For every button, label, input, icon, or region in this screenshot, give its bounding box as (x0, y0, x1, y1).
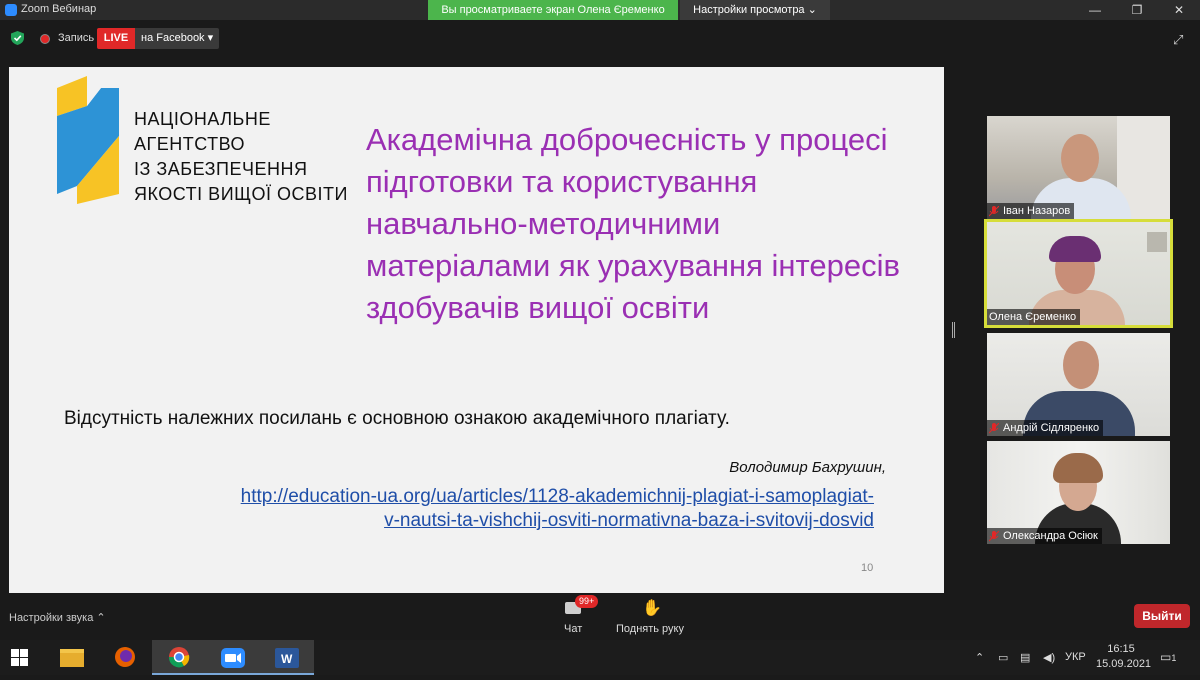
participant-video[interactable]: Олександра Осіюк (987, 441, 1170, 544)
close-icon[interactable]: ✕ (1158, 0, 1200, 20)
recording-icon[interactable] (40, 34, 50, 44)
participant-video[interactable]: Андрій Сідляренко (987, 333, 1170, 436)
taskbar-clock[interactable]: 16:15 15.09.2021 (1096, 642, 1152, 672)
participant-video-active-speaker[interactable]: Олена Єременко (987, 222, 1170, 325)
chrome-taskbar-item[interactable] (152, 640, 206, 675)
chrome-icon (168, 647, 190, 668)
recording-label[interactable]: Запись (58, 32, 94, 44)
source-link[interactable]: http://education-ua.org/ua/articles/1128… (64, 485, 874, 533)
agency-name: НАЦІОНАЛЬНЕ АГЕНТСТВО ІЗ ЗАБЕЗПЕЧЕННЯ ЯК… (134, 107, 348, 207)
firefox-icon[interactable] (98, 640, 152, 675)
chat-button-label[interactable]: Чат (564, 623, 582, 635)
raise-hand-icon[interactable]: ✋ (642, 598, 662, 618)
network-icon[interactable]: ▤ (1020, 651, 1030, 664)
volume-icon[interactable]: ◀) (1043, 651, 1055, 664)
muted-mic-icon (989, 422, 999, 433)
source-link-line[interactable]: http://education-ua.org/ua/articles/1128… (64, 485, 874, 509)
slide-page-number: 10 (861, 562, 874, 574)
monitor-icon[interactable]: ▭ (998, 651, 1008, 664)
notifications-icon[interactable]: ▭1 (1160, 650, 1176, 664)
zoom-taskbar-item[interactable] (206, 640, 260, 675)
restore-icon[interactable]: ❐ (1116, 0, 1158, 20)
participant-name: Олександра Осіюк (1003, 530, 1098, 542)
participant-name: Олена Єременко (989, 311, 1077, 323)
muted-mic-icon (989, 205, 999, 216)
agency-line: АГЕНТСТВО (134, 134, 246, 154)
clock-date: 15.09.2021 (1096, 658, 1152, 670)
agency-line: НАЦІОНАЛЬНЕ (134, 109, 271, 129)
view-options-dropdown[interactable]: Настройки просмотра ⌄ (680, 0, 830, 20)
word-icon: W (275, 648, 299, 668)
muted-mic-icon (989, 530, 999, 541)
shared-screen-slide: НАЦІОНАЛЬНЕ АГЕНТСТВО ІЗ ЗАБЕЗПЕЧЕННЯ ЯК… (9, 67, 944, 593)
fullscreen-icon[interactable]: ⤢ (1173, 32, 1183, 48)
participant-video[interactable]: Іван Назаров (987, 116, 1170, 219)
leave-button[interactable]: Выйти (1134, 604, 1190, 628)
quote-author: Володимир Бахрушин, (729, 459, 886, 476)
screen-share-banner: Вы просматриваете экран Олена Єременко (428, 0, 678, 20)
minimize-icon[interactable]: — (1074, 0, 1116, 20)
slide-quote: Відсутність належних посилань є основною… (64, 408, 730, 429)
keyboard-language[interactable]: УКР (1065, 651, 1086, 663)
zoom-app-icon (221, 648, 245, 668)
participant-name-tag: Олександра Осіюк (987, 528, 1102, 544)
audio-settings-button[interactable]: Настройки звука ⌃ (9, 611, 106, 624)
participant-name: Іван Назаров (1003, 205, 1071, 217)
window-title: Zoom Вебинар (21, 3, 97, 15)
panel-splitter-handle[interactable] (952, 322, 955, 338)
live-badge: LIVE (97, 28, 135, 49)
participant-name: Андрій Сідляренко (1003, 422, 1100, 434)
participant-name-tag: Андрій Сідляренко (987, 420, 1104, 436)
raise-hand-button-label[interactable]: Поднять руку (616, 623, 684, 635)
word-taskbar-item[interactable]: W (260, 640, 314, 675)
file-explorer-icon[interactable] (46, 640, 100, 675)
slide-title: Академічна доброчесність у процесі підго… (366, 122, 900, 325)
agency-logo (57, 76, 119, 204)
chat-unread-badge: 99+ (575, 595, 599, 608)
agency-line: ІЗ ЗАБЕЗПЕЧЕННЯ (134, 159, 308, 179)
live-target-dropdown[interactable]: на Facebook ▾ (135, 28, 219, 49)
window-controls: — ❐ ✕ (1074, 0, 1200, 20)
agency-line: ЯКОСТІ ВИЩОЇ ОСВІТИ (134, 184, 348, 204)
participant-name-tag: Іван Назаров (987, 203, 1075, 219)
zoom-icon (5, 4, 17, 16)
security-shield-icon[interactable] (11, 31, 24, 45)
tray-overflow-icon[interactable]: ⌃ (975, 651, 984, 664)
clock-time: 16:15 (1107, 643, 1135, 655)
svg-text:W: W (281, 652, 293, 666)
participant-name-tag: Олена Єременко (987, 309, 1081, 325)
notifications-count: 1 (1171, 653, 1177, 663)
source-link-line[interactable]: v-nautsi-ta-vishchij-osviti-normativna-b… (64, 509, 874, 533)
